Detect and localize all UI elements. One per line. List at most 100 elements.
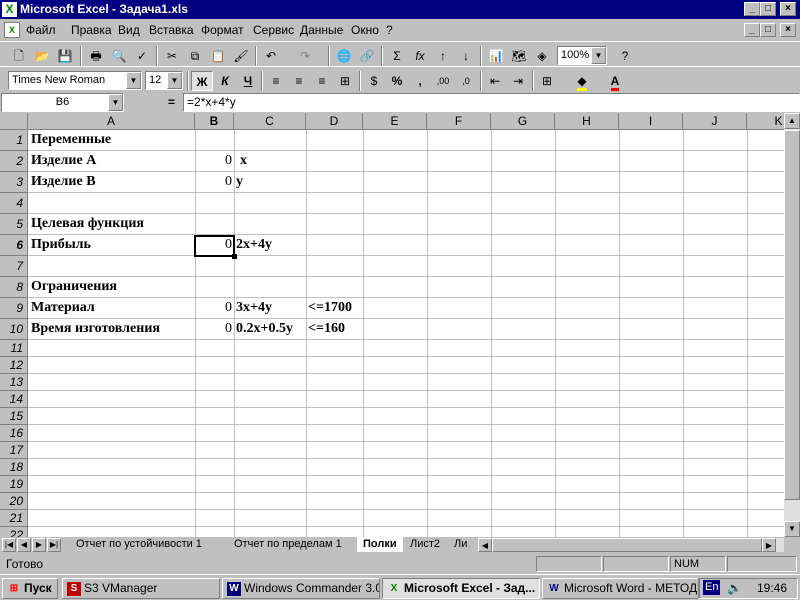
column-header-b[interactable]: B [195, 113, 234, 130]
cell-a5[interactable]: Целевая функция [31, 214, 144, 234]
cell-b10[interactable]: 0 [195, 319, 232, 339]
vertical-scrollbar[interactable]: ▲ ▼ [784, 113, 800, 537]
equals-sign[interactable]: = [168, 95, 175, 109]
font-color-icon[interactable]: A [604, 71, 626, 91]
scroll-down-icon[interactable]: ▼ [784, 521, 800, 537]
increase-indent-icon[interactable]: ⇥ [507, 71, 529, 91]
row-header-20[interactable]: 20 [0, 493, 28, 510]
row-header-3[interactable]: 3 [0, 172, 28, 193]
autosum-icon[interactable]: Σ [386, 46, 408, 66]
sheet-tab-limits-report[interactable]: Отчет по пределам 1 [228, 537, 348, 552]
maximize-button[interactable]: □ [760, 2, 776, 16]
language-indicator[interactable]: En [703, 580, 721, 595]
scroll-left-icon[interactable]: ◀ [478, 538, 492, 552]
row-header-2[interactable]: 2 [0, 151, 28, 172]
sheet-tab-partial[interactable]: Ли [448, 537, 473, 552]
row-header-8[interactable]: 8 [0, 277, 28, 298]
font-size-select[interactable]: 12 ▼ [145, 71, 183, 90]
font-name-select[interactable]: Times New Roman ▼ [8, 71, 142, 90]
format-painter-icon[interactable]: 🖌 [230, 46, 252, 66]
cell-a8[interactable]: Ограничения [31, 277, 117, 297]
merge-center-icon[interactable]: ⊞ [334, 71, 356, 91]
spelling-icon[interactable]: ✓ [131, 46, 153, 66]
open-icon[interactable]: 📂 [31, 46, 53, 66]
column-header-a[interactable]: A [28, 113, 195, 130]
cell-a9[interactable]: Материал [31, 298, 95, 318]
save-icon[interactable]: 💾 [54, 46, 76, 66]
increase-decimal-button[interactable]: ,00 [432, 71, 454, 91]
align-left-icon[interactable]: ≡ [265, 71, 287, 91]
worksheet-grid[interactable]: A B C D E F G H I J K 1 2 3 4 5 6 7 8 9 … [0, 113, 784, 537]
menu-file[interactable]: Файл [26, 23, 56, 37]
row-header-11[interactable]: 11 [0, 340, 28, 357]
menu-view[interactable]: Вид [118, 23, 140, 37]
formula-input[interactable]: =2*x+4*y [183, 93, 800, 112]
italic-button[interactable]: К [214, 71, 236, 91]
taskbar-item-windows-commander[interactable]: W Windows Commander 3.0... [222, 578, 380, 599]
last-sheet-icon[interactable]: ▶| [47, 538, 61, 552]
underline-button[interactable]: Ч [237, 71, 259, 91]
cell-b2[interactable]: 0 [195, 151, 232, 171]
column-header-e[interactable]: E [363, 113, 427, 130]
row-header-21[interactable]: 21 [0, 510, 28, 527]
row-header-15[interactable]: 15 [0, 408, 28, 425]
horizontal-scrollbar[interactable]: ◀ ▶ [478, 538, 784, 552]
sort-ascending-icon[interactable]: ↑ [432, 46, 454, 66]
cut-icon[interactable]: ✂ [161, 46, 183, 66]
start-button[interactable]: ⊞ Пуск [2, 578, 58, 599]
taskbar-item-word[interactable]: W Microsoft Word - МЕТОД... [542, 578, 700, 599]
row-header-14[interactable]: 14 [0, 391, 28, 408]
cell-d10[interactable]: <=160 [308, 319, 345, 339]
print-preview-icon[interactable]: 🔍 [108, 46, 130, 66]
excel-icon[interactable]: X [2, 2, 17, 17]
select-all-button[interactable] [0, 113, 28, 130]
paste-icon[interactable]: 📋 [207, 46, 229, 66]
cell-a6[interactable]: Прибыль [31, 235, 91, 255]
sheet-tab-sensitivity-report[interactable]: Отчет по устойчивости 1 [70, 537, 208, 552]
row-header-1[interactable]: 1 [0, 130, 28, 151]
bold-button[interactable]: Ж [191, 71, 213, 91]
row-header-13[interactable]: 13 [0, 374, 28, 391]
name-box[interactable]: B6 ▼ [1, 93, 124, 112]
column-header-d[interactable]: D [306, 113, 363, 130]
percent-button[interactable]: % [386, 71, 408, 91]
drawing-icon[interactable]: ◈ [531, 46, 553, 66]
map-icon[interactable]: 🗺 [508, 46, 530, 66]
cell-a10[interactable]: Время изготовления [31, 319, 160, 339]
scroll-thumb[interactable] [784, 130, 800, 500]
column-header-c[interactable]: C [234, 113, 306, 130]
scroll-up-icon[interactable]: ▲ [784, 113, 800, 129]
doc-close-button[interactable]: × [780, 23, 796, 37]
menu-tools[interactable]: Сервис [253, 23, 294, 37]
align-center-icon[interactable]: ≡ [288, 71, 310, 91]
column-header-i[interactable]: I [619, 113, 683, 130]
decrease-decimal-button[interactable]: ,0 [455, 71, 477, 91]
cell-d9[interactable]: <=1700 [308, 298, 352, 318]
row-header-7[interactable]: 7 [0, 256, 28, 277]
redo-icon[interactable]: ↷ [294, 46, 316, 66]
chevron-down-icon[interactable]: ▼ [126, 72, 141, 89]
cell-b3[interactable]: 0 [195, 172, 232, 192]
row-header-4[interactable]: 4 [0, 193, 28, 214]
doc-restore-button[interactable]: □ [760, 23, 776, 37]
cell-a1[interactable]: Переменные [31, 130, 111, 150]
first-sheet-icon[interactable]: |◀ [2, 538, 16, 552]
column-header-f[interactable]: F [427, 113, 491, 130]
row-header-16[interactable]: 16 [0, 425, 28, 442]
row-header-18[interactable]: 18 [0, 459, 28, 476]
cell-b9[interactable]: 0 [195, 298, 232, 318]
cell-c9[interactable]: 3x+4y [236, 298, 272, 318]
workbook-icon[interactable]: X [4, 22, 20, 38]
menu-data[interactable]: Данные [300, 23, 343, 37]
hscroll-thumb[interactable] [492, 538, 762, 552]
sheet-tab-polki[interactable]: Полки [357, 537, 403, 552]
cell-a2[interactable]: Изделие А [31, 151, 96, 171]
zoom-select[interactable]: 100% ▼ [557, 46, 607, 65]
active-cell-selection[interactable] [194, 235, 237, 259]
row-header-17[interactable]: 17 [0, 442, 28, 459]
web-icon[interactable]: 🌐 [333, 46, 355, 66]
taskbar-item-excel[interactable]: X Microsoft Excel - Зад... [382, 578, 540, 599]
row-header-9[interactable]: 9 [0, 298, 28, 319]
doc-minimize-button[interactable]: _ [744, 23, 760, 37]
undo-icon[interactable]: ↶ [260, 46, 282, 66]
